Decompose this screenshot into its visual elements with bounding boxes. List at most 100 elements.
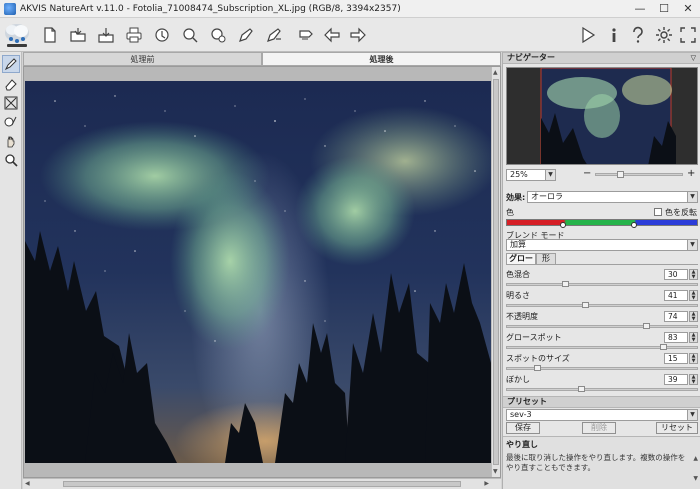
collapse-icon[interactable]: ▽ [691,53,696,63]
zoom-tool-icon[interactable] [2,151,20,169]
share-icon[interactable] [236,25,256,45]
export-icon[interactable] [180,25,200,45]
color-stop-handle[interactable] [631,222,637,228]
preset-value: sev-3 [510,410,532,419]
scroll-down-icon[interactable]: ▼ [693,475,698,482]
image-canvas[interactable]: ▲ ▼ [23,66,501,478]
brush-tool-icon[interactable] [2,55,20,73]
chevron-down-icon[interactable]: ▼ [687,410,697,420]
scroll-up-icon[interactable]: ▲ [693,455,698,462]
invert-color-label: 色を反転 [665,208,697,217]
param-value-input[interactable]: 30 [664,269,688,280]
blend-mode-select[interactable]: 加算 ▼ [506,239,698,251]
param-slider-knob[interactable] [561,281,569,287]
navigator-header: ナビゲーター ▽ [503,52,700,64]
navigator-preview[interactable] [506,67,698,165]
help-icon[interactable] [628,25,648,45]
param-slider-track[interactable] [506,346,698,349]
open-file-icon[interactable] [68,25,88,45]
new-file-icon[interactable] [40,25,60,45]
aurora-image-icon [25,81,491,463]
presets-header: プリセット [503,396,700,408]
preferences-icon[interactable] [264,25,284,45]
zoom-in-button[interactable]: + [687,169,695,179]
spinner-icon[interactable]: ▲ ▼ [689,374,698,385]
param-label: 不透明度 [506,312,538,321]
param-slider-knob[interactable] [533,365,541,371]
param-value-input[interactable]: 74 [664,311,688,322]
back-arrow-icon[interactable] [322,25,342,45]
param-slider-track[interactable] [506,304,698,307]
color-stop-handle[interactable] [560,222,566,228]
tool-column [0,52,22,489]
spinner-icon[interactable]: ▲ ▼ [689,269,698,280]
maximize-button[interactable]: ☐ [652,0,676,18]
param-slider-track[interactable] [506,325,698,328]
spinner-icon[interactable]: ▲ ▼ [689,332,698,343]
app-icon [4,2,16,15]
scroll-right-icon[interactable]: ▶ [484,480,489,487]
eraser-tool-icon[interactable] [2,75,20,93]
zoom-out-button[interactable]: − [583,169,591,179]
horizontal-scroll-thumb[interactable] [63,481,461,487]
param-value-input[interactable]: 41 [664,290,688,301]
save-file-icon[interactable] [96,25,116,45]
gradient-tool-icon[interactable] [2,113,20,131]
hand-tool-icon[interactable] [2,132,20,150]
param-slider-knob[interactable] [581,302,589,308]
minimize-button[interactable]: — [628,0,652,18]
chevron-down-icon[interactable]: ▼ [687,240,697,250]
tab-divider [506,264,698,265]
param-slider-knob[interactable] [642,323,650,329]
close-button[interactable]: ✕ [676,0,700,18]
param-slider-track[interactable] [506,283,698,286]
crop-tool-icon[interactable] [2,94,20,112]
undo-history-icon[interactable] [296,25,316,45]
canvas-horizontal-scrollbar[interactable]: ◀ ▶ [23,478,501,489]
vertical-scroll-thumb[interactable] [493,79,499,465]
effect-select[interactable]: オーロラ ▼ [527,191,698,203]
settings-icon[interactable] [654,25,674,45]
aurora-photo[interactable] [25,81,491,463]
param-value-input[interactable]: 83 [664,332,688,343]
save-preset-button[interactable]: 保存 [506,422,540,434]
chevron-down-icon[interactable]: ▼ [545,170,555,180]
zoom-slider-knob[interactable] [617,171,624,178]
param-value-input[interactable]: 15 [664,353,688,364]
info-icon[interactable] [604,25,624,45]
param-value-input[interactable]: 39 [664,374,688,385]
fullscreen-icon[interactable] [678,25,698,45]
param-label: グロースポット [506,333,562,342]
zoom-select[interactable]: 25% ▼ [506,169,556,181]
print-icon[interactable] [124,25,144,45]
param-slider-knob[interactable] [659,344,667,350]
delete-preset-button[interactable]: 削除 [582,422,616,434]
scroll-left-icon[interactable]: ◀ [25,480,30,487]
presets-title: プリセット [507,397,547,406]
preset-select[interactable]: sev-3 ▼ [506,409,698,421]
chevron-down-icon[interactable]: ▼ [687,192,697,202]
tab-before[interactable]: 処理前 [23,52,262,66]
akvis-logo-icon [5,24,29,47]
main-toolbar [0,18,700,52]
invert-color-checkbox[interactable] [654,208,662,216]
spinner-icon[interactable]: ▲ ▼ [689,311,698,322]
zoom-slider-track[interactable] [595,173,683,176]
scroll-up-icon[interactable]: ▲ [493,69,498,76]
param-label: ぼかし [506,375,530,384]
view-tabs: 処理前 処理後 [23,52,501,66]
spinner-icon[interactable]: ▲ ▼ [689,353,698,364]
effect-label: 効果: [506,193,526,202]
batch-icon[interactable] [152,25,172,45]
param-slider-knob[interactable] [578,386,586,392]
param-slider-track[interactable] [506,388,698,391]
reset-preset-button[interactable]: リセット [656,422,698,434]
spinner-icon[interactable]: ▲ ▼ [689,290,698,301]
import-icon[interactable] [208,25,228,45]
tab-after[interactable]: 処理後 [262,52,501,66]
forward-arrow-icon[interactable] [348,25,368,45]
run-icon[interactable] [578,25,598,45]
canvas-vertical-scrollbar[interactable]: ▲ ▼ [491,67,500,477]
scroll-down-icon[interactable]: ▼ [493,468,498,475]
color-gradient-bar[interactable] [506,219,698,226]
